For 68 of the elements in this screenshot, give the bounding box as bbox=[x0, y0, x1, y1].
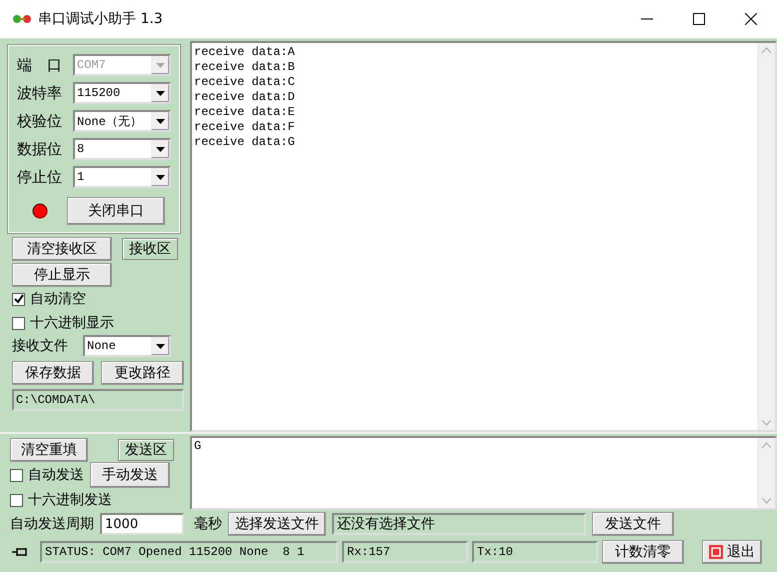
receive-file-label: 接收文件 bbox=[12, 337, 69, 355]
tx-counter: Tx:10 bbox=[472, 541, 598, 563]
send-area[interactable]: G bbox=[190, 436, 777, 510]
setting-label: 校验位 bbox=[17, 112, 63, 130]
dropdown[interactable]: 115200 bbox=[73, 82, 171, 104]
receive-area[interactable]: receive data:A receive data:B receive data:C receive data:D receive data:E receive data:F receive data:G bbox=[190, 41, 777, 432]
scroll-up-icon[interactable] bbox=[762, 47, 770, 53]
dropdown[interactable]: 1 bbox=[73, 166, 171, 188]
close-port-button[interactable]: 关闭串口 bbox=[67, 197, 165, 225]
maximize-icon bbox=[693, 13, 705, 25]
clear-send-button[interactable]: 清空重填 bbox=[10, 438, 88, 462]
scroll-up-icon[interactable] bbox=[762, 442, 770, 448]
checkbox[interactable] bbox=[12, 316, 25, 330]
checkbox[interactable] bbox=[10, 468, 23, 482]
receive-line: receive data:G bbox=[194, 135, 296, 150]
send-period-label: 自动发送周期 bbox=[10, 515, 94, 533]
dropdown[interactable]: 8 bbox=[73, 138, 171, 160]
scrollbar[interactable] bbox=[757, 43, 775, 430]
close-icon bbox=[745, 13, 757, 25]
unit-label: 毫秒 bbox=[194, 515, 222, 533]
receive-line: receive data:A bbox=[194, 45, 296, 60]
receive-area-label: 接收区 bbox=[122, 238, 178, 260]
dropdown[interactable]: None bbox=[83, 335, 171, 357]
rx-counter: Rx:157 bbox=[342, 541, 468, 563]
pin-icon[interactable] bbox=[12, 546, 28, 558]
receive-line: receive data:E bbox=[194, 105, 296, 120]
send-area-label: 发送区 bbox=[118, 439, 174, 461]
dropdown-arrow-icon bbox=[156, 118, 164, 124]
period-field[interactable]: 1000 bbox=[100, 513, 184, 535]
clear-receive-button[interactable]: 清空接收区 bbox=[12, 237, 112, 261]
save-data-button[interactable]: 保存数据 bbox=[12, 361, 94, 385]
receive-line: receive data:D bbox=[194, 90, 296, 105]
file-status-field: 还没有选择文件 bbox=[332, 513, 586, 535]
setting-label: 波特率 bbox=[17, 84, 63, 102]
checkbox-label: 十六进制显示 bbox=[30, 314, 114, 332]
reset-count-button[interactable]: 计数清零 bbox=[602, 540, 684, 564]
scrollbar[interactable] bbox=[757, 438, 775, 508]
dropdown-arrow-icon bbox=[156, 174, 164, 180]
exit-icon bbox=[709, 545, 723, 559]
receive-line: receive data:C bbox=[194, 75, 296, 90]
dropdown-arrow-icon bbox=[156, 90, 164, 96]
checkbox-label: 十六进制发送 bbox=[28, 491, 112, 509]
setting-label: 数据位 bbox=[17, 140, 63, 158]
checkbox[interactable] bbox=[10, 494, 23, 506]
setting-label: 停止位 bbox=[17, 168, 63, 186]
status-field: STATUS: COM7 Opened 115200 None 8 1 bbox=[40, 541, 338, 563]
scroll-down-icon[interactable] bbox=[762, 420, 770, 426]
change-path-button[interactable]: 更改路径 bbox=[101, 361, 184, 385]
dropdown[interactable]: None（无） bbox=[73, 110, 171, 132]
exit-button[interactable]: 退出 bbox=[702, 540, 762, 564]
path-field[interactable]: C:\COMDATA\ bbox=[12, 389, 184, 411]
checkbox-label: 自动发送 bbox=[28, 466, 84, 484]
receive-line: receive data:F bbox=[194, 120, 296, 135]
dropdown-arrow-icon bbox=[156, 62, 164, 68]
checkbox[interactable] bbox=[12, 292, 25, 306]
app-icon bbox=[12, 12, 32, 26]
stop-display-button[interactable]: 停止显示 bbox=[12, 263, 112, 287]
send-text: G bbox=[193, 438, 202, 455]
setting-label: 端 口 bbox=[17, 56, 63, 74]
checkbox-label: 自动清空 bbox=[30, 290, 86, 308]
scroll-down-icon[interactable] bbox=[762, 498, 770, 504]
receive-line: receive data:B bbox=[194, 60, 296, 75]
dropdown-arrow-icon bbox=[156, 146, 164, 152]
dropdown-arrow-icon bbox=[156, 344, 164, 348]
manual-send-button[interactable]: 手动发送 bbox=[90, 462, 170, 488]
window-title: 串口调试小助手 1.3 bbox=[38, 10, 163, 28]
send-file-button[interactable]: 发送文件 bbox=[592, 512, 674, 536]
choose-file-button[interactable]: 选择发送文件 bbox=[228, 512, 326, 536]
